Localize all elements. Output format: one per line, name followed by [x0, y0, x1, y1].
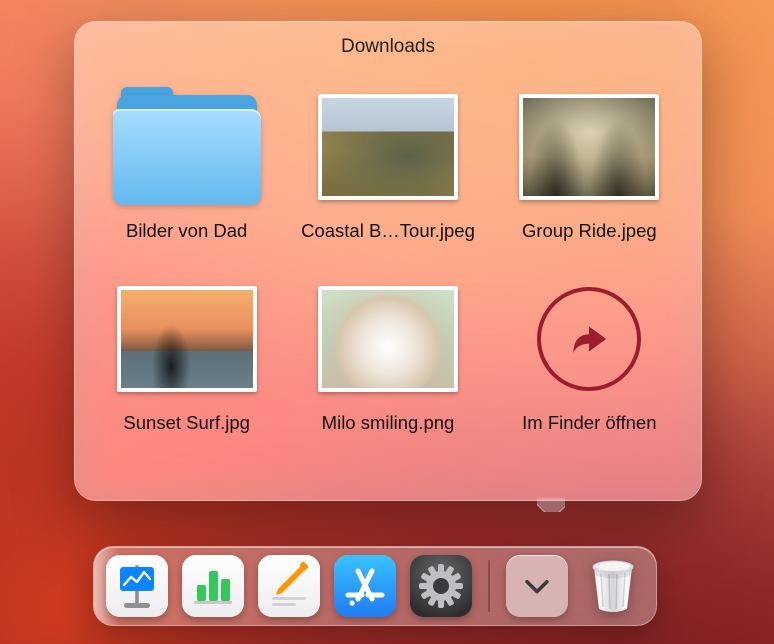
image-thumbnail — [514, 84, 664, 210]
image-thumbnail — [112, 276, 262, 402]
system-preferences-app-icon[interactable] — [410, 555, 472, 617]
grid-item-label: Sunset Surf.jpg — [123, 412, 250, 434]
downloads-stack-popover: Downloads Bilder von Dad Coastal — [74, 21, 702, 501]
grid-item-label: Coastal B…Tour.jpeg — [301, 220, 475, 242]
downloads-item-image-milo-smiling[interactable]: Milo smiling.png — [292, 276, 483, 434]
downloads-stack-icon[interactable] — [506, 555, 568, 617]
grid-item-label: Im Finder öffnen — [522, 412, 656, 434]
folder-icon — [112, 84, 262, 210]
downloads-item-image-sunset-surf[interactable]: Sunset Surf.jpg — [91, 276, 282, 434]
downloads-item-folder-bilder-von-dad[interactable]: Bilder von Dad — [91, 84, 282, 242]
downloads-item-image-coastal[interactable]: Coastal B…Tour.jpeg — [292, 84, 483, 242]
dock — [93, 546, 657, 626]
grid-item-label: Group Ride.jpeg — [522, 220, 657, 242]
trash-icon[interactable] — [582, 555, 644, 617]
open-in-finder-icon — [514, 276, 664, 402]
dock-separator — [488, 560, 490, 612]
pages-app-icon[interactable] — [258, 555, 320, 617]
downloads-item-image-group-ride[interactable]: Group Ride.jpeg — [494, 84, 685, 242]
popover-title: Downloads — [75, 22, 701, 64]
popover-arrow — [537, 498, 565, 512]
app-store-app-icon[interactable] — [334, 555, 396, 617]
image-thumbnail — [313, 84, 463, 210]
open-in-finder-button[interactable]: Im Finder öffnen — [494, 276, 685, 434]
keynote-app-icon[interactable] — [106, 555, 168, 617]
image-thumbnail — [313, 276, 463, 402]
grid-item-label: Milo smiling.png — [322, 412, 455, 434]
numbers-app-icon[interactable] — [182, 555, 244, 617]
grid-item-label: Bilder von Dad — [126, 220, 247, 242]
downloads-grid: Bilder von Dad Coastal B…Tour.jpeg Group… — [75, 64, 701, 434]
